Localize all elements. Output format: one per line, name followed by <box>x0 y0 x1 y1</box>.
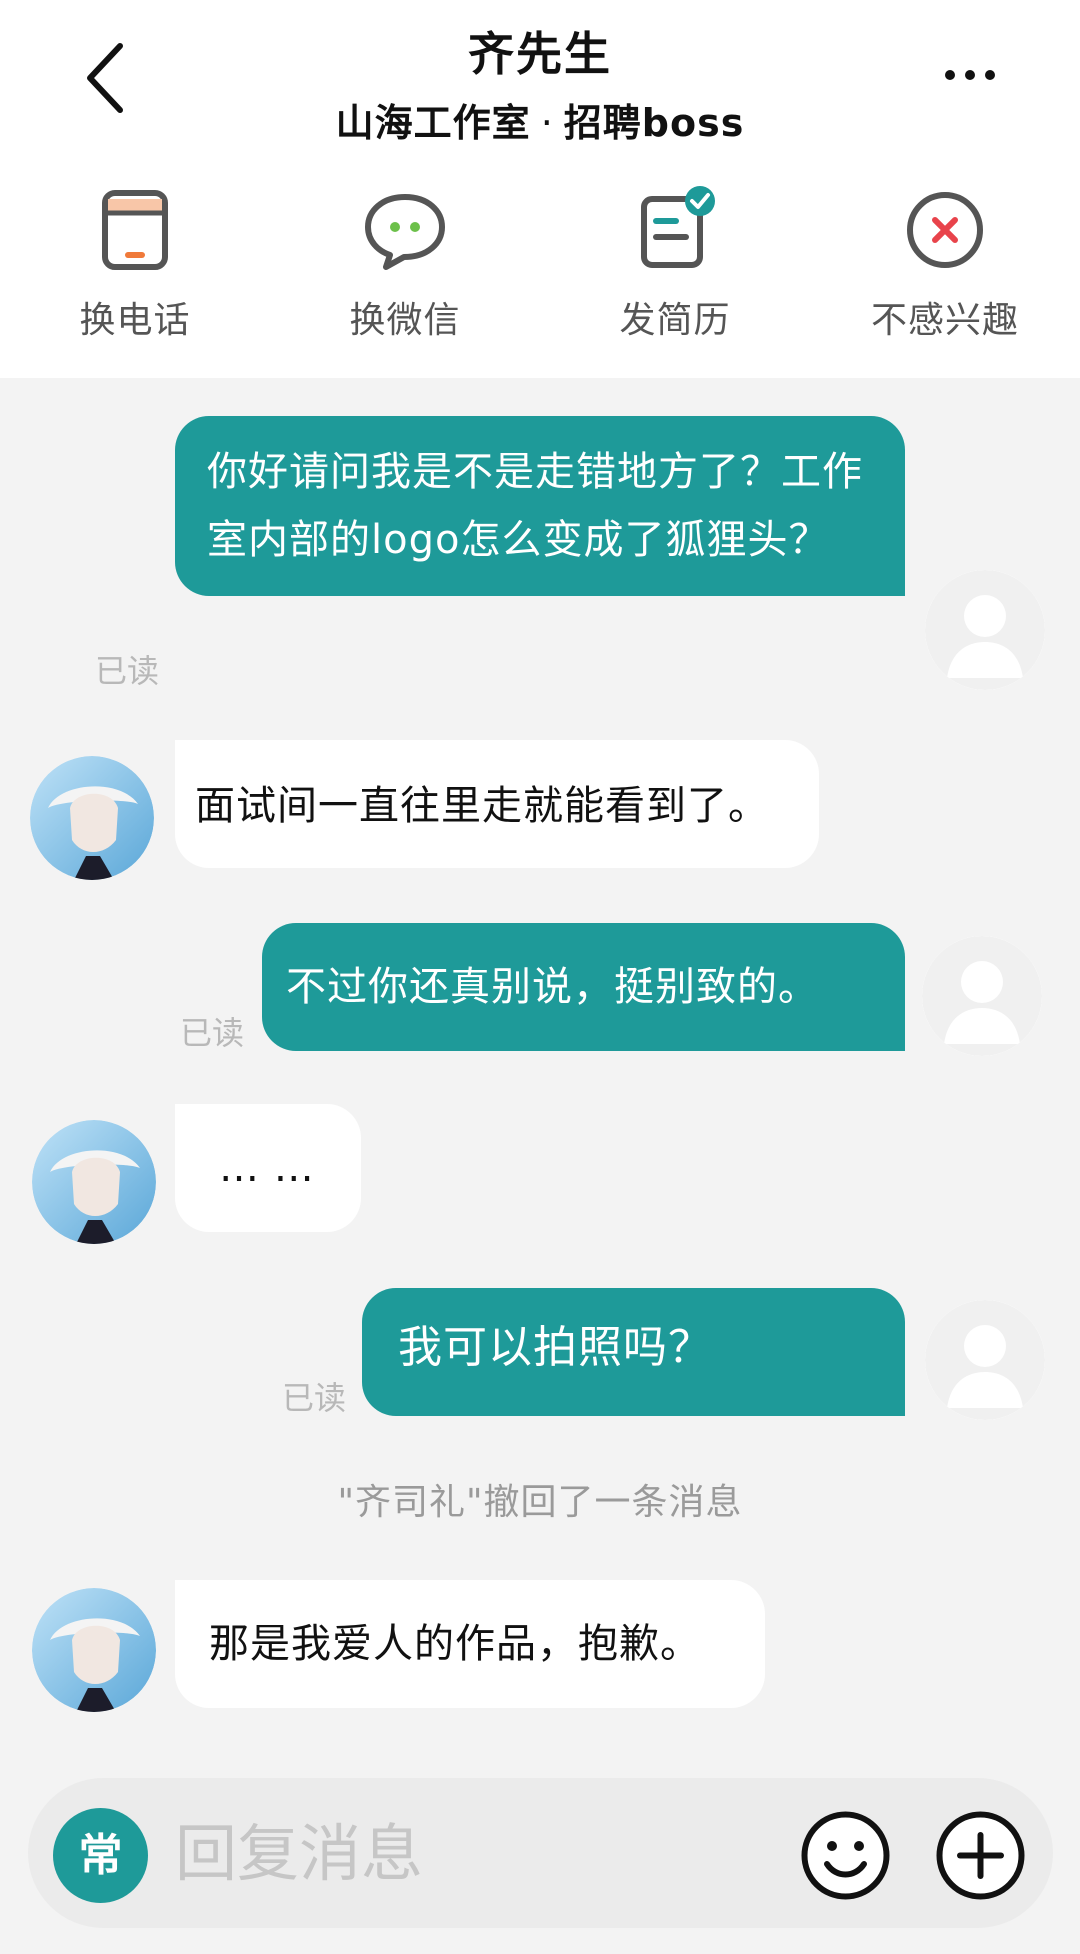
exchange-wechat-label: 换微信 <box>349 300 461 341</box>
recall-notice: "齐司礼"撤回了一条消息 <box>337 1482 743 1523</box>
send-resume-button[interactable]: 发简历 <box>565 185 785 343</box>
read-status: 已读 <box>95 652 160 690</box>
chat-header: 齐先生 山海工作室 · 招聘boss 换电话 换微信 发简历 不感兴趣 <box>0 0 1080 378</box>
contact-avatar[interactable] <box>32 1120 156 1244</box>
more-options-icon[interactable] <box>940 55 1000 95</box>
position-title: 招聘boss <box>563 101 745 145</box>
my-avatar[interactable] <box>925 570 1045 690</box>
resume-icon <box>641 186 715 268</box>
incoming-message[interactable]: 面试间一直往里走就能看到了。 <box>175 740 819 868</box>
contact-avatar[interactable] <box>32 1588 156 1712</box>
read-status: 已读 <box>282 1379 347 1417</box>
exchange-phone-label: 换电话 <box>79 300 191 341</box>
outgoing-message[interactable]: 你好请问我是不是走错地方了？工作室内部的logo怎么变成了狐狸头？ <box>175 416 905 596</box>
composer-bar: 常 <box>0 1748 1080 1954</box>
plus-icon[interactable] <box>933 1808 1028 1903</box>
incoming-message[interactable]: 那是我爱人的作品，抱歉。 <box>175 1580 765 1708</box>
not-interested-icon <box>907 192 983 268</box>
outgoing-message[interactable]: 我可以拍照吗？ <box>362 1288 905 1416</box>
common-phrases-button[interactable]: 常 <box>53 1808 148 1903</box>
send-resume-label: 发简历 <box>619 300 731 341</box>
incoming-message[interactable]: … … <box>175 1104 361 1232</box>
contact-name: 齐先生 <box>468 27 612 81</box>
my-avatar[interactable] <box>922 936 1042 1056</box>
outgoing-message[interactable]: 不过你还真别说，挺别致的。 <box>262 923 905 1051</box>
emoji-icon[interactable] <box>798 1808 893 1903</box>
company-name: 山海工作室 <box>335 101 531 145</box>
contact-avatar[interactable] <box>30 756 154 880</box>
not-interested-button[interactable]: 不感兴趣 <box>835 185 1055 343</box>
separator-dot: · <box>540 101 554 145</box>
exchange-wechat-button[interactable]: 换微信 <box>295 185 515 343</box>
reply-box: 常 <box>28 1778 1053 1928</box>
wechat-icon <box>365 194 445 270</box>
phone-icon <box>102 190 168 270</box>
contact-subtitle: 山海工作室 · 招聘boss <box>0 92 1080 147</box>
exchange-phone-button[interactable]: 换电话 <box>25 185 245 343</box>
reply-input[interactable] <box>173 1812 597 1894</box>
message-list[interactable]: 你好请问我是不是走错地方了？工作室内部的logo怎么变成了狐狸头？ 已读 面试间… <box>0 378 1080 1748</box>
read-status: 已读 <box>180 1014 245 1052</box>
not-interested-label: 不感兴趣 <box>870 300 1019 341</box>
quick-actions: 换电话 换微信 发简历 不感兴趣 <box>0 185 1080 355</box>
my-avatar[interactable] <box>925 1300 1045 1420</box>
